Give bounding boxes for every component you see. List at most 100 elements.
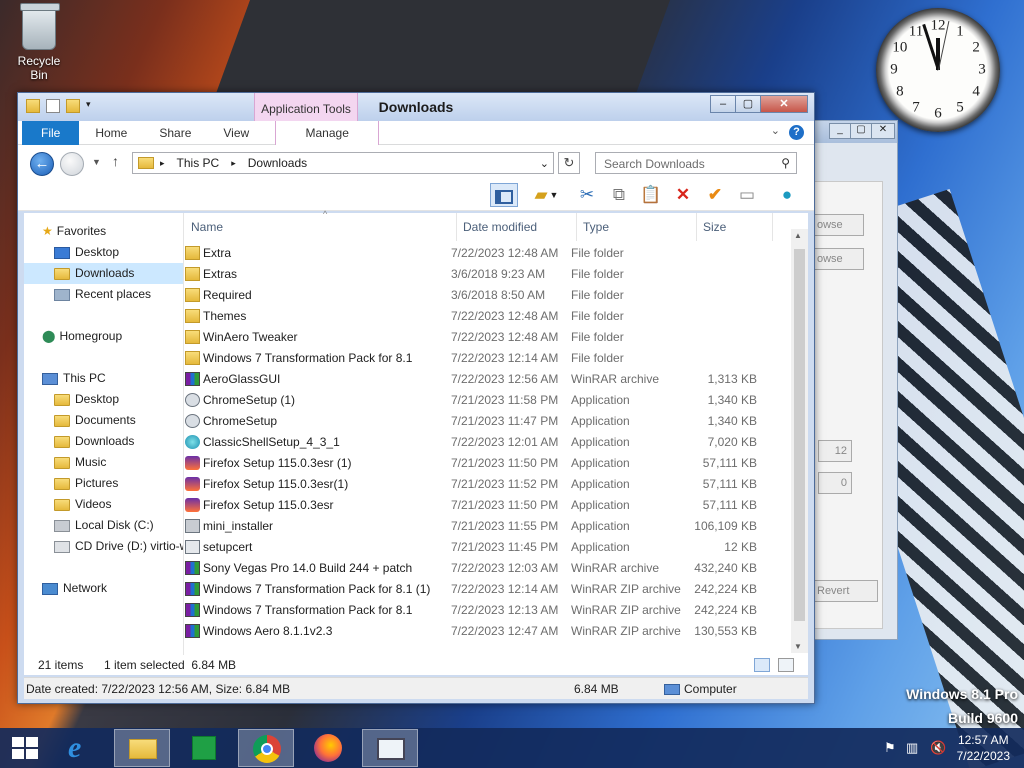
breadcrumb-this-pc[interactable]: This PC [171, 156, 226, 170]
bg-close-button[interactable]: ✕ [871, 123, 895, 139]
breadcrumb-separator[interactable]: ▸ [225, 158, 242, 169]
search-icon[interactable]: ⚲ [781, 156, 790, 170]
tab-manage[interactable]: Manage [275, 120, 380, 145]
file-row[interactable]: mini_installer 7/21/2023 11:55 PM Applicat… [185, 516, 786, 537]
taskbar-internet-explorer[interactable]: e [54, 729, 110, 767]
vertical-scrollbar[interactable]: ▲ ▼ [791, 229, 808, 653]
scroll-down-arrow-icon[interactable]: ▼ [794, 642, 802, 651]
taskbar-store[interactable] [176, 729, 232, 767]
bg-minimize-button[interactable]: _ [829, 123, 851, 139]
file-row[interactable]: setupcert 7/21/2023 11:45 PM Application 12… [185, 537, 786, 558]
bg-spin-value-2[interactable]: 0 [818, 472, 852, 494]
tab-view[interactable]: View [207, 121, 265, 145]
nav-pc-music[interactable]: Music [24, 452, 183, 473]
title-bar[interactable]: ▾ Application Tools Downloads ‒ ▢ ✕ [18, 93, 814, 121]
file-row[interactable]: WinAero Tweaker 7/22/2023 12:48 AM File fo… [185, 327, 786, 348]
network-tray-icon[interactable]: ▥ [906, 740, 918, 756]
breadcrumb-downloads[interactable]: Downloads [242, 156, 313, 170]
file-row[interactable]: ChromeSetup 7/21/2023 11:47 PM Application… [185, 411, 786, 432]
file-row[interactable]: Firefox Setup 115.0.3esr (1) 7/21/2023 11… [185, 453, 786, 474]
nav-fav-downloads[interactable]: Downloads [24, 263, 183, 284]
file-row[interactable]: Required 3/6/2018 8:50 AM File folder [185, 285, 786, 306]
file-row[interactable]: Sony Vegas Pro 14.0 Build 244 + patch 7/2… [185, 558, 786, 579]
file-row[interactable]: AeroGlassGUI 7/22/2023 12:56 AM WinRAR arc… [185, 369, 786, 390]
taskbar-firefox[interactable] [300, 729, 356, 767]
taskbar-chrome[interactable] [238, 729, 294, 767]
nav-fav-recent-places[interactable]: Recent places [24, 284, 183, 305]
explorer-window[interactable]: ▾ Application Tools Downloads ‒ ▢ ✕ File… [17, 92, 815, 704]
nav-pc-desktop[interactable]: Desktop [24, 389, 183, 410]
close-button[interactable]: ✕ [760, 95, 808, 113]
nav-this-pc[interactable]: This PC [24, 368, 183, 389]
file-row[interactable]: Firefox Setup 115.0.3esr(1) 7/21/2023 11:… [185, 474, 786, 495]
breadcrumb-separator[interactable]: ▸ [154, 158, 171, 169]
bg-browse-button-1[interactable]: owse [812, 214, 864, 236]
file-list[interactable]: Name Date modified Type Size ^ Extra 7/22… [185, 209, 808, 655]
address-bar[interactable]: ▸ This PC ▸ Downloads ⌄ [132, 152, 554, 174]
recent-locations-chevron-icon[interactable]: ▼ [92, 157, 101, 167]
nav-pc-downloads[interactable]: Downloads [24, 431, 183, 452]
refresh-button[interactable]: ↻ [558, 152, 580, 174]
file-row[interactable]: Windows 7 Transformation Pack for 8.1 7/2… [185, 600, 786, 621]
delete-button[interactable]: ✕ [670, 183, 696, 207]
properties-button[interactable]: ● [774, 183, 800, 207]
column-header-size[interactable]: Size [697, 212, 773, 241]
maximize-button[interactable]: ▢ [735, 95, 761, 113]
nav-fav-desktop[interactable]: Desktop [24, 242, 183, 263]
file-row[interactable]: ChromeSetup (1) 7/21/2023 11:58 PM Applica… [185, 390, 786, 411]
recycle-bin-shortcut[interactable]: Recycle Bin [8, 3, 70, 82]
back-button[interactable]: ← [30, 152, 54, 176]
file-row[interactable]: Extra 7/22/2023 12:48 AM File folder [185, 243, 786, 264]
nav-pc-local-disk[interactable]: Local Disk (C:) [24, 515, 183, 536]
tab-home[interactable]: Home [79, 121, 143, 145]
cut-button[interactable]: ✂ [574, 183, 600, 207]
file-row[interactable]: Windows 7 Transformation Pack for 8.1 7/2… [185, 348, 786, 369]
nav-favorites[interactable]: ★ Favorites [24, 221, 183, 242]
column-header-name[interactable]: Name [185, 212, 457, 241]
minimize-button[interactable]: ‒ [710, 95, 736, 113]
taskbar-file-explorer[interactable] [114, 729, 170, 767]
file-row[interactable]: Themes 7/22/2023 12:48 AM File folder [185, 306, 786, 327]
action-center-flag-icon[interactable]: ⚑ [884, 740, 896, 756]
nav-pc-pictures[interactable]: Pictures [24, 473, 183, 494]
taskbar-control-panel[interactable] [362, 729, 418, 767]
clock-gadget[interactable]: 12 1 2 3 4 5 6 7 8 9 10 11 [876, 8, 1000, 132]
bg-spin-value-1[interactable]: 12 [818, 440, 852, 462]
navigation-pane[interactable]: ★ Favorites Desktop Downloads Recent plac… [24, 213, 184, 655]
nav-pc-documents[interactable]: Documents [24, 410, 183, 431]
new-folder-dropdown-icon[interactable]: ▼ [548, 183, 560, 207]
help-icon[interactable]: ? [789, 125, 804, 140]
forward-button[interactable] [60, 152, 84, 176]
nav-network[interactable]: Network [24, 578, 183, 599]
rename-button[interactable]: ▭ [734, 183, 760, 207]
tab-file[interactable]: File [22, 120, 80, 145]
bg-revert-button[interactable]: Revert [812, 580, 878, 602]
volume-muted-icon[interactable]: 🔇 [930, 740, 946, 756]
file-row[interactable]: ClassicShellSetup_4_3_1 7/22/2023 12:01 A… [185, 432, 786, 453]
file-row[interactable]: Firefox Setup 115.0.3esr 7/21/2023 11:50 … [185, 495, 786, 516]
file-row[interactable]: Windows 7 Transformation Pack for 8.1 (1… [185, 579, 786, 600]
nav-homegroup[interactable]: ⬤ Homegroup [24, 326, 183, 347]
system-clock[interactable]: 12:57 AM 7/22/2023 [957, 732, 1010, 764]
column-header-type[interactable]: Type [577, 212, 697, 241]
bg-browse-button-2[interactable]: owse [812, 248, 864, 270]
scrollbar-thumb[interactable] [794, 249, 805, 621]
nav-pc-videos[interactable]: Videos [24, 494, 183, 515]
nav-pc-cd-drive[interactable]: CD Drive (D:) virtio-w [24, 536, 183, 557]
details-view-icon[interactable] [754, 658, 770, 672]
tab-share[interactable]: Share [143, 121, 207, 145]
file-row[interactable]: Windows Aero 8.1.1v2.3 7/22/2023 12:47 AM… [185, 621, 786, 642]
large-icons-view-icon[interactable] [778, 658, 794, 672]
expand-ribbon-icon[interactable]: ⌄ [771, 124, 780, 137]
scroll-up-arrow-icon[interactable]: ▲ [794, 231, 802, 240]
bg-maximize-button[interactable]: ▢ [850, 123, 872, 139]
up-arrow-icon[interactable]: ↑ [112, 153, 119, 169]
copy-button[interactable]: ⧉ [606, 183, 632, 207]
address-dropdown-icon[interactable]: ⌄ [540, 157, 549, 170]
select-button[interactable]: ✔ [702, 183, 728, 207]
column-header-date[interactable]: Date modified [457, 212, 577, 241]
preview-pane-button[interactable] [490, 183, 518, 207]
paste-button[interactable]: 📋 [638, 183, 664, 207]
start-button[interactable] [0, 729, 50, 767]
file-row[interactable]: Extras 3/6/2018 9:23 AM File folder [185, 264, 786, 285]
